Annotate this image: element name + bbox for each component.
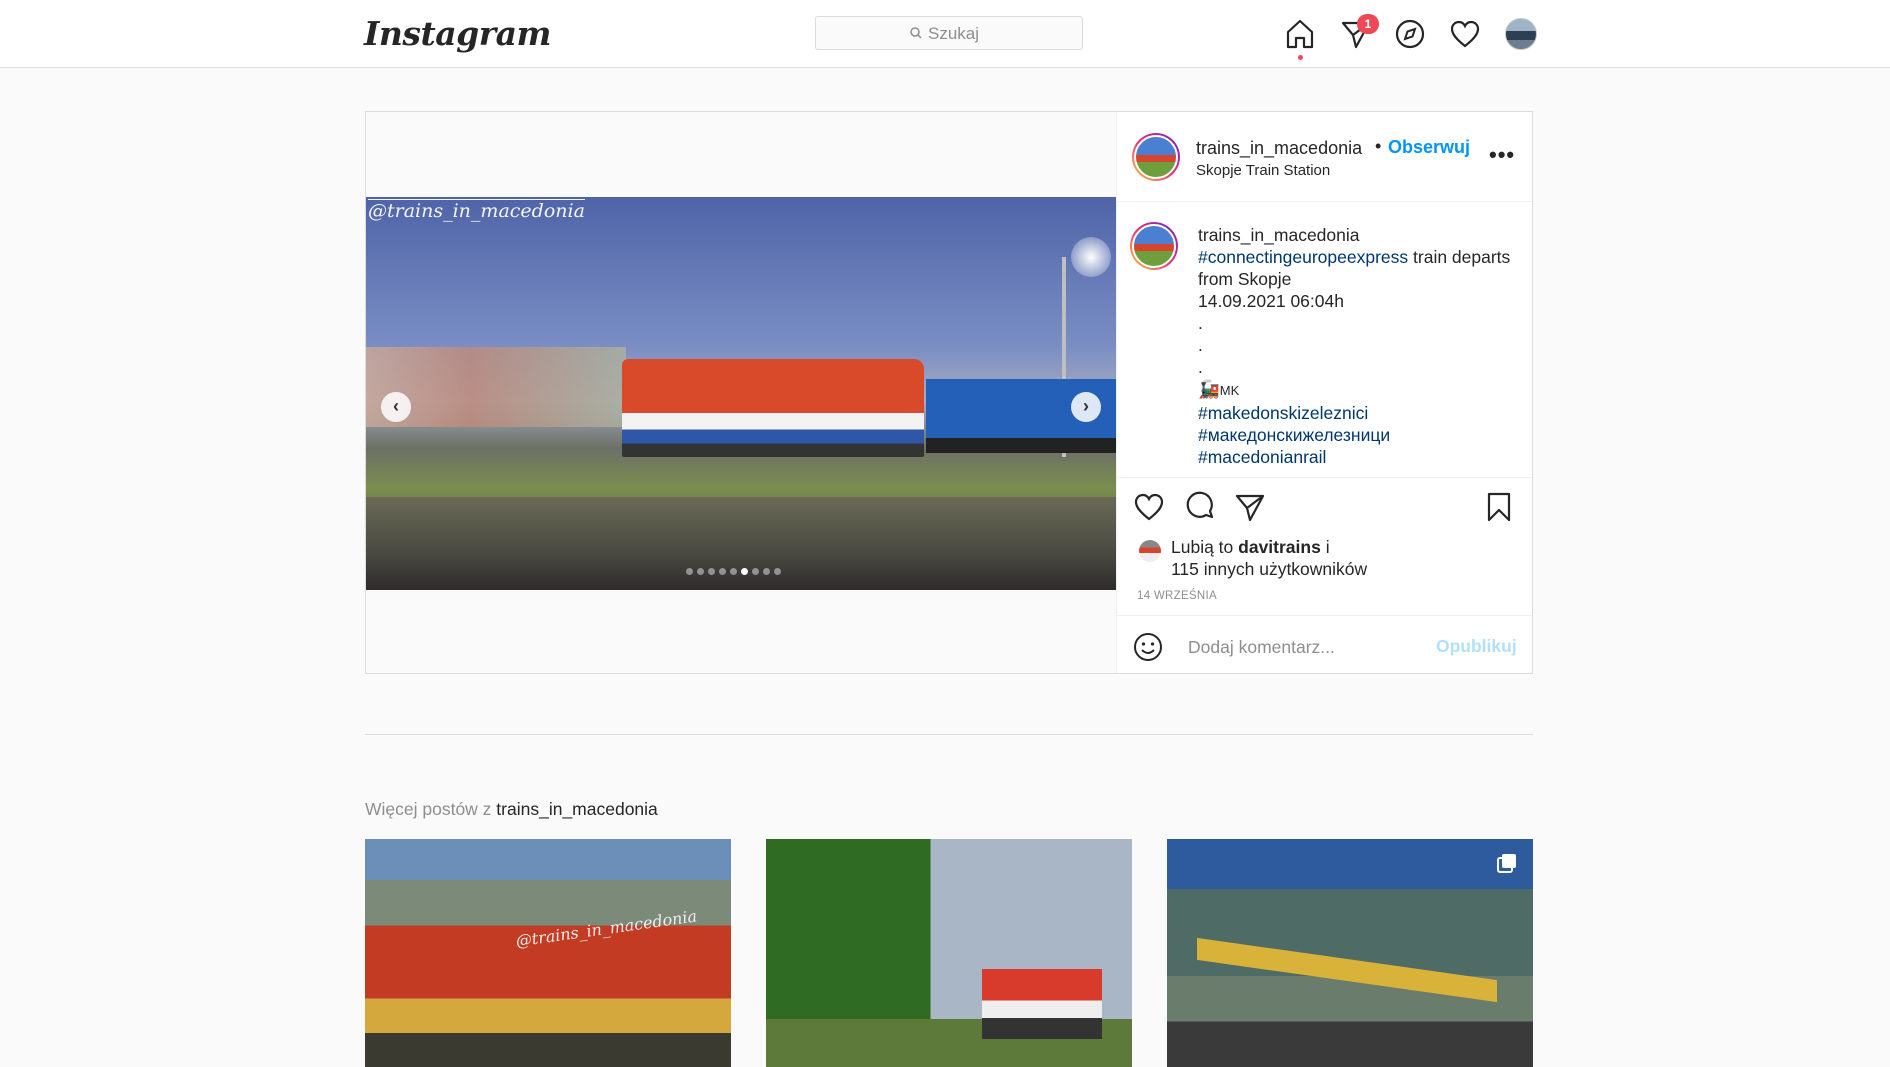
photo-watermark: @trains_in_macedonia	[368, 199, 585, 222]
search-box[interactable]	[815, 16, 1083, 50]
profile-avatar[interactable]	[1505, 18, 1537, 50]
carousel-dot	[719, 568, 726, 575]
caption-area: trains_in_macedonia #connectingeuropeexp…	[1116, 202, 1532, 477]
more-posts-username[interactable]: trains_in_macedonia	[496, 799, 658, 819]
caption-dot: .	[1198, 313, 1203, 333]
carousel-dot	[708, 568, 715, 575]
hashtag-link[interactable]: #makedonskizeleznici	[1198, 403, 1368, 423]
thumbnail-stripe	[1197, 937, 1497, 1003]
share-paper-plane-icon[interactable]	[1233, 490, 1267, 524]
likes-suffix: i	[1320, 537, 1330, 557]
hashtag-link[interactable]: #македонскижелезници	[1198, 425, 1390, 445]
liker-username[interactable]: davitrains	[1238, 537, 1321, 557]
search-icon	[910, 27, 922, 39]
multiple-images-icon	[1497, 854, 1516, 873]
carousel-dot	[697, 568, 704, 575]
carousel-dot	[741, 568, 748, 575]
search-input[interactable]	[926, 22, 1070, 46]
more-posts-heading: Więcej postów z trains_in_macedonia	[365, 799, 658, 820]
more-post-thumbnail[interactable]	[766, 839, 1132, 1067]
author-username[interactable]: trains_in_macedonia	[1196, 138, 1362, 159]
post-location[interactable]: Skopje Train Station	[1196, 162, 1330, 179]
chevron-right-icon: ›	[1083, 396, 1089, 416]
flag-label: MK	[1219, 383, 1240, 398]
caption-dot: .	[1198, 335, 1203, 355]
caption-dot: .	[1198, 357, 1203, 377]
post-card: @trains_in_macedonia ‹ › trains_in_maced…	[365, 111, 1533, 674]
more-options-icon[interactable]: •••	[1489, 142, 1515, 168]
carousel-dot	[774, 568, 781, 575]
caption-username[interactable]: trains_in_macedonia	[1198, 224, 1518, 246]
photo-locomotive	[622, 359, 924, 457]
post-photo: @trains_in_macedonia ‹ ›	[366, 197, 1116, 590]
thumbnail-watermark: @trains_in_macedonia	[514, 906, 699, 951]
post-header: trains_in_macedonia • Obserwuj Skopje Tr…	[1116, 112, 1532, 202]
like-heart-icon[interactable]	[1132, 490, 1166, 524]
caption-text: trains_in_macedonia #connectingeuropeexp…	[1198, 224, 1518, 468]
photo-platform	[366, 497, 1116, 590]
chevron-left-icon: ‹	[393, 396, 399, 416]
notification-badge: 1	[1357, 14, 1379, 34]
hashtag-link[interactable]: #connectingeuropeexpress	[1198, 247, 1408, 267]
post-media: @trains_in_macedonia ‹ ›	[366, 112, 1117, 673]
follow-button[interactable]: Obserwuj	[1388, 137, 1470, 158]
carousel-prev-button[interactable]: ‹	[381, 392, 411, 422]
carousel-dot	[686, 568, 693, 575]
likes-others[interactable]: 115 innych użytkowników	[1171, 559, 1367, 579]
post-actions: Lubią to davitrains i 115 innych użytkow…	[1116, 477, 1532, 674]
carousel-next-button[interactable]: ›	[1071, 392, 1101, 422]
comment-input[interactable]	[1186, 633, 1420, 661]
carousel-dots	[686, 568, 781, 576]
more-post-thumbnail[interactable]: @trains_in_macedonia	[365, 839, 731, 1067]
section-divider	[365, 734, 1533, 735]
caption-author-avatar[interactable]	[1130, 222, 1178, 270]
explore-compass-icon[interactable]	[1393, 17, 1427, 51]
home-icon[interactable]	[1283, 17, 1317, 51]
carousel-dot	[730, 568, 737, 575]
publish-button[interactable]: Opublikuj	[1436, 636, 1517, 657]
post-sidebar: trains_in_macedonia • Obserwuj Skopje Tr…	[1116, 112, 1532, 673]
thumbnail-train	[982, 969, 1102, 1039]
separator-dot: •	[1375, 136, 1382, 156]
add-comment-row: Opublikuj	[1116, 615, 1532, 674]
comment-bubble-icon[interactable]	[1183, 490, 1217, 524]
more-post-thumbnail[interactable]	[1167, 839, 1533, 1067]
active-indicator-dot	[1298, 55, 1303, 60]
author-avatar[interactable]	[1132, 133, 1180, 181]
activity-heart-icon[interactable]	[1448, 17, 1482, 51]
post-date[interactable]: 14 WRZEŚNIA	[1137, 590, 1217, 602]
train-emoji-icon: 🚂	[1198, 379, 1220, 399]
photo-lamp-light	[1071, 237, 1111, 277]
hashtag-link[interactable]: #macedonianrail	[1198, 447, 1326, 467]
liker-avatar[interactable]	[1139, 540, 1161, 562]
more-posts-prefix: Więcej postów z	[365, 799, 497, 819]
carousel-dot	[763, 568, 770, 575]
instagram-logo[interactable]: Instagram	[364, 14, 551, 53]
save-bookmark-icon[interactable]	[1482, 490, 1516, 524]
caption-line: 14.09.2021 06:04h	[1198, 291, 1344, 311]
likes-summary[interactable]: Lubią to davitrains i 115 innych użytkow…	[1171, 536, 1501, 580]
top-navigation: Instagram 1	[0, 0, 1890, 68]
likes-prefix: Lubią to	[1171, 537, 1239, 557]
emoji-smiley-icon[interactable]	[1132, 631, 1164, 663]
carousel-dot	[752, 568, 759, 575]
